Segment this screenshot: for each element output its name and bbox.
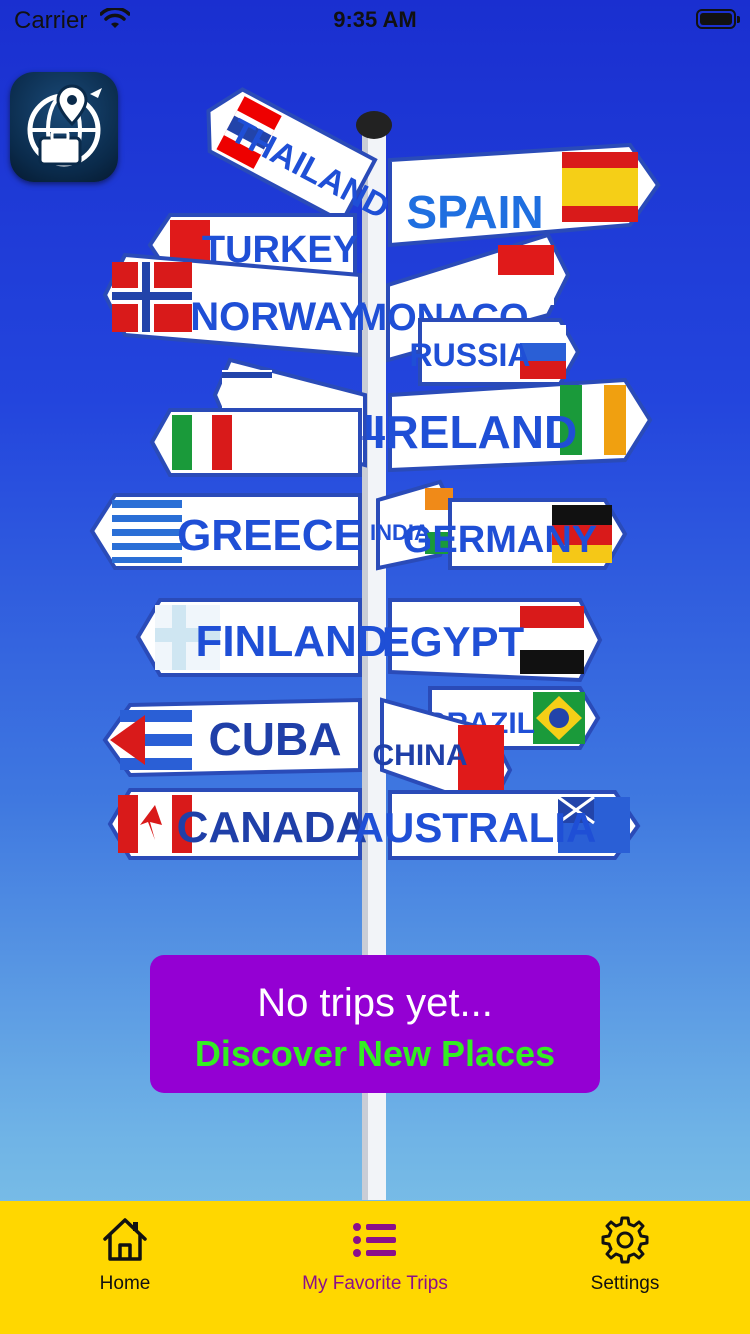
battery-icon	[696, 9, 740, 29]
tab-favorite-trips[interactable]: My Favorite Trips	[250, 1201, 500, 1334]
discover-new-places-link[interactable]: Discover New Places	[150, 1033, 600, 1075]
svg-text:IRELAND: IRELAND	[373, 406, 577, 458]
pole-cap	[356, 111, 392, 139]
discover-banner[interactable]: No trips yet... Discover New Places	[150, 955, 600, 1093]
svg-text:GERMANY: GERMANY	[403, 519, 597, 561]
status-bar: Carrier 9:35 AM	[0, 0, 750, 40]
sign-spain: SPAIN	[388, 142, 661, 248]
list-icon	[353, 1223, 396, 1257]
sign-italy	[149, 408, 362, 477]
sign-finland: FINLAND	[135, 598, 389, 677]
svg-text:RUSSIA: RUSSIA	[410, 337, 531, 373]
sign-canada: CANADA	[107, 788, 368, 860]
tab-favorite-trips-label: My Favorite Trips	[302, 1273, 448, 1294]
sign-russia: RUSSIA	[410, 318, 581, 386]
tab-home[interactable]: Home	[0, 1201, 250, 1334]
svg-text:SPAIN: SPAIN	[406, 186, 543, 238]
gear-icon	[601, 1216, 649, 1264]
svg-text:CANADA: CANADA	[177, 803, 368, 852]
svg-text:FINLAND: FINLAND	[195, 617, 388, 666]
svg-text:AUSTRALIA: AUSTRALIA	[354, 804, 597, 851]
svg-text:NORWAY: NORWAY	[190, 295, 366, 339]
sign-greece: GREECE	[89, 493, 363, 570]
tab-bar: Home My Favorite Trips Settings	[0, 1201, 750, 1334]
clock: 9:35 AM	[333, 7, 417, 32]
svg-text:CUBA: CUBA	[209, 713, 342, 765]
svg-text:CHINA: CHINA	[373, 739, 468, 772]
sign-cuba: CUBA	[102, 697, 362, 778]
sign-egypt: EGYPT	[382, 598, 603, 683]
svg-text:EGYPT: EGYPT	[382, 618, 525, 665]
sign-australia: AUSTRALIA	[354, 790, 641, 860]
sign-ireland: IRELAND	[373, 377, 653, 473]
tab-settings-label: Settings	[590, 1273, 660, 1294]
tab-settings[interactable]: Settings	[500, 1201, 750, 1334]
tab-home-label: Home	[99, 1273, 151, 1294]
empty-message: No trips yet...	[257, 981, 493, 1025]
home-icon	[103, 1218, 147, 1261]
svg-text:GREECE: GREECE	[177, 511, 363, 560]
